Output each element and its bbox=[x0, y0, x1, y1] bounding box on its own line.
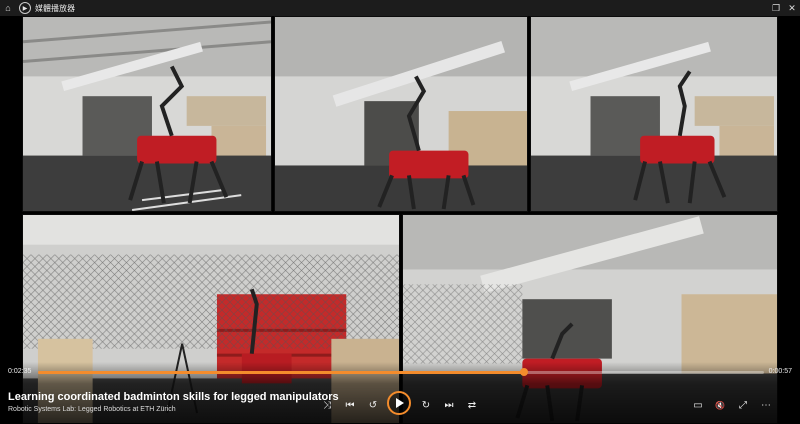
forward-icon[interactable]: ↻ bbox=[418, 397, 434, 413]
window-title: 媒體播放器 bbox=[35, 3, 75, 13]
video-panel-top-center bbox=[274, 16, 528, 212]
seek-bar[interactable] bbox=[38, 368, 764, 376]
player-controls: 0:02:35 0:00:57 Learning coordinated bad… bbox=[0, 362, 800, 424]
more-options-icon[interactable]: ⋯ bbox=[758, 397, 774, 413]
seek-bar-progress bbox=[38, 371, 525, 374]
video-title: Learning coordinated badminton skills fo… bbox=[8, 391, 339, 403]
miniplayer-icon[interactable]: ▭ bbox=[690, 397, 706, 413]
title-bar: ⌂ ▶ 媒體播放器 ❐ ✕ bbox=[0, 0, 800, 16]
media-player-logo-icon: ▶ bbox=[19, 2, 31, 14]
seek-bar-thumb[interactable] bbox=[520, 368, 529, 376]
close-window-icon[interactable]: ✕ bbox=[784, 0, 800, 16]
lab-scene-image bbox=[275, 17, 527, 211]
video-subtitle: Robotic Systems Lab: Legged Robotics at … bbox=[8, 406, 176, 413]
play-icon bbox=[396, 398, 404, 408]
lab-scene-image bbox=[531, 17, 777, 211]
lab-scene-image bbox=[23, 17, 271, 211]
video-panel-top-right bbox=[530, 16, 778, 212]
rewind-icon[interactable]: ↺ bbox=[365, 397, 381, 413]
video-panel-top-left bbox=[22, 16, 272, 212]
home-icon[interactable]: ⌂ bbox=[0, 0, 16, 16]
shuffle-icon[interactable]: ⤨ bbox=[319, 397, 335, 413]
total-duration: 0:00:57 bbox=[768, 368, 792, 375]
current-time: 0:02:35 bbox=[8, 368, 32, 375]
repeat-icon[interactable]: ⇄ bbox=[464, 397, 480, 413]
restore-window-icon[interactable]: ❐ bbox=[768, 0, 784, 16]
play-button[interactable] bbox=[387, 391, 411, 415]
previous-icon[interactable]: ⏮ bbox=[342, 397, 358, 413]
next-icon[interactable]: ⏭ bbox=[441, 397, 457, 413]
fullscreen-icon[interactable]: ⤢ bbox=[735, 397, 751, 413]
volume-mute-icon[interactable]: 🔇 bbox=[712, 397, 728, 413]
